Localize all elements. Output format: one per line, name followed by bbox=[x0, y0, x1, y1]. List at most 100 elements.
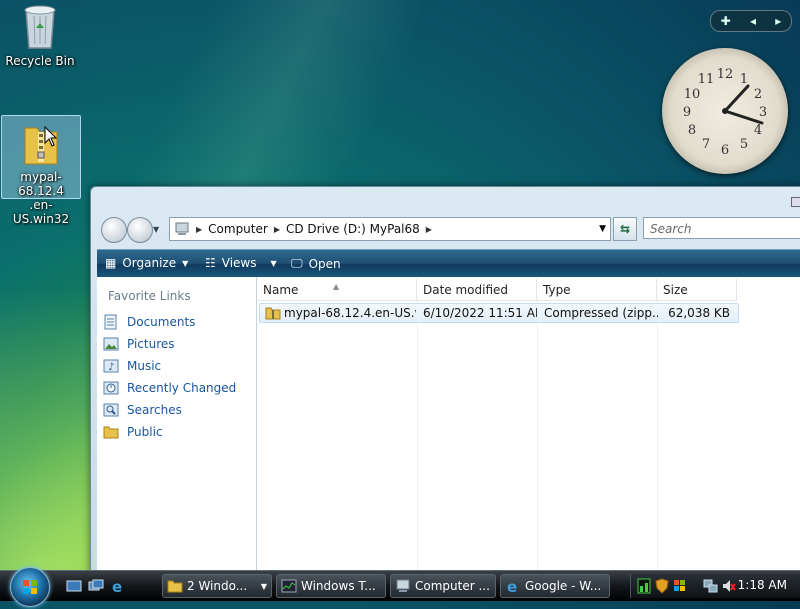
svg-text:6: 6 bbox=[721, 143, 729, 158]
clock-face-icon: 12 12 345 678 91011 bbox=[683, 67, 767, 158]
svg-text:1: 1 bbox=[740, 72, 748, 87]
command-toolbar: ▦ Organize ▼ ☷ Views ▼ 🖵 Open bbox=[97, 249, 800, 278]
internet-explorer-icon[interactable]: e bbox=[110, 578, 126, 594]
svg-text:2: 2 bbox=[754, 87, 762, 102]
svg-text:e: e bbox=[112, 578, 122, 594]
svg-text:12: 12 bbox=[717, 67, 734, 82]
favorite-link-documents[interactable]: Documents bbox=[103, 313, 195, 331]
clock-gadget[interactable]: 12 1 2 345 678 9 10 11 bbox=[662, 48, 788, 174]
search-input[interactable]: Search bbox=[643, 217, 800, 239]
column-divider bbox=[417, 301, 418, 577]
favorite-link-label: Music bbox=[127, 359, 162, 373]
column-header-label: Date modified bbox=[423, 283, 509, 297]
recent-pages-dropdown-icon[interactable]: ▼ bbox=[153, 225, 159, 234]
forward-button[interactable] bbox=[127, 217, 153, 243]
column-header-size[interactable]: Size bbox=[657, 279, 737, 301]
file-type: Compressed (zipp... bbox=[544, 306, 658, 320]
organize-label: Organize bbox=[122, 256, 177, 270]
start-button[interactable] bbox=[10, 567, 50, 607]
taskbar-button-label: Windows T... bbox=[301, 579, 376, 593]
add-gadget-icon[interactable]: ✚ bbox=[721, 14, 731, 28]
navigation-pane: Favorite Links Documents Pictures ♪ Musi… bbox=[97, 277, 257, 577]
folder-icon bbox=[167, 580, 183, 593]
column-header-type[interactable]: Type bbox=[537, 279, 657, 301]
computer-icon bbox=[396, 579, 410, 592]
svg-text:4: 4 bbox=[754, 123, 762, 138]
favorite-link-label: Public bbox=[127, 425, 163, 439]
taskbar-button-label: 2 Windo... bbox=[187, 579, 248, 593]
views-button[interactable]: ☷ Views ▼ bbox=[205, 256, 277, 270]
svg-text:♪: ♪ bbox=[108, 362, 114, 373]
breadcrumb-cd-drive[interactable]: CD Drive (D:) MyPal68 bbox=[286, 222, 420, 236]
pictures-icon bbox=[103, 337, 119, 351]
network-icon[interactable] bbox=[703, 578, 719, 594]
breadcrumb-separator-icon[interactable]: ▶ bbox=[426, 225, 432, 234]
windows-logo-icon bbox=[23, 580, 37, 594]
column-divider bbox=[537, 301, 538, 577]
breadcrumb-computer[interactable]: Computer bbox=[208, 222, 268, 236]
window-edge-button[interactable] bbox=[791, 197, 800, 207]
task-manager-icon bbox=[281, 579, 297, 593]
chevron-down-icon: ▼ bbox=[260, 581, 267, 591]
back-button[interactable] bbox=[101, 217, 127, 243]
svg-text:7: 7 bbox=[702, 137, 710, 152]
favorite-link-label: Recently Changed bbox=[127, 381, 237, 395]
switch-windows-icon[interactable] bbox=[88, 578, 104, 594]
notification-area: 1:18 AM bbox=[630, 574, 800, 598]
navigation-bar: ▼ ▶ Computer ▶ CD Drive (D:) MyPal68 ▶ ▼… bbox=[97, 215, 800, 245]
zip-folder-icon bbox=[265, 307, 281, 320]
searches-icon bbox=[103, 403, 119, 417]
taskbar: e 2 Windo... ▼ Windows T... Computer ...… bbox=[0, 567, 800, 607]
taskbar-button-google[interactable]: e Google - W... bbox=[500, 574, 610, 598]
file-size: 62,038 KB bbox=[668, 306, 730, 320]
windows-update-icon[interactable] bbox=[673, 578, 687, 594]
previous-icon[interactable]: ◂ bbox=[750, 14, 756, 28]
favorite-link-label: Pictures bbox=[127, 337, 175, 351]
public-folder-icon bbox=[103, 426, 119, 439]
organize-icon: ▦ bbox=[105, 256, 117, 270]
volume-muted-icon[interactable] bbox=[721, 578, 737, 594]
show-desktop-icon[interactable] bbox=[66, 578, 82, 594]
recently-changed-icon bbox=[103, 381, 119, 395]
column-header-label: Size bbox=[663, 283, 688, 297]
address-bar[interactable]: ▶ Computer ▶ CD Drive (D:) MyPal68 ▶ ▼ bbox=[169, 217, 611, 241]
open-button[interactable]: 🖵 Open bbox=[291, 256, 341, 271]
taskbar-button-computer[interactable]: Computer ... bbox=[390, 574, 496, 598]
organize-button[interactable]: ▦ Organize ▼ bbox=[105, 256, 188, 270]
column-header-label: Name bbox=[263, 283, 299, 297]
favorite-link-recently-changed[interactable]: Recently Changed bbox=[103, 379, 236, 397]
views-icon: ☷ bbox=[205, 256, 216, 270]
svg-text:10: 10 bbox=[684, 87, 701, 102]
taskbar-button-windows-group[interactable]: 2 Windo... ▼ bbox=[162, 574, 272, 598]
address-dropdown-icon[interactable]: ▼ bbox=[599, 224, 606, 234]
open-label: Open bbox=[308, 256, 341, 271]
zip-file-shortcut[interactable]: mypal-68.12.4 .en-US.win32 bbox=[1, 115, 81, 226]
favorite-link-music[interactable]: ♪ Music bbox=[103, 357, 161, 375]
explorer-window[interactable]: ▼ ▶ Computer ▶ CD Drive (D:) MyPal68 ▶ ▼… bbox=[90, 186, 800, 578]
sort-ascending-icon: ▲ bbox=[333, 282, 340, 291]
favorite-link-label: Documents bbox=[127, 315, 196, 329]
file-list[interactable]: ▲ Name Date modified Type Size mypal-68.… bbox=[257, 277, 800, 577]
security-shield-icon[interactable] bbox=[655, 578, 669, 594]
svg-text:8: 8 bbox=[688, 123, 696, 138]
breadcrumb-separator-icon[interactable]: ▶ bbox=[196, 225, 202, 234]
taskbar-clock[interactable]: 1:18 AM bbox=[738, 578, 787, 592]
favorite-link-searches[interactable]: Searches bbox=[103, 401, 182, 419]
taskbar-button-label: Google - W... bbox=[525, 579, 602, 593]
recycle-bin-shortcut[interactable]: Recycle Bin bbox=[0, 2, 80, 68]
table-row[interactable]: mypal-68.12.4.en-US.w... 6/10/2022 11:51… bbox=[259, 303, 739, 323]
next-icon[interactable]: ▸ bbox=[775, 14, 781, 28]
column-header-name[interactable]: ▲ Name bbox=[257, 279, 417, 301]
favorite-link-label: Searches bbox=[127, 403, 182, 417]
favorite-link-pictures[interactable]: Pictures bbox=[103, 335, 175, 353]
breadcrumb-separator-icon[interactable]: ▶ bbox=[274, 225, 280, 234]
internet-explorer-icon: e bbox=[507, 578, 517, 594]
refresh-button[interactable]: ⇆ bbox=[613, 217, 637, 241]
taskbar-button-windows-task[interactable]: Windows T... bbox=[276, 574, 386, 598]
recycle-bin-label: Recycle Bin bbox=[5, 54, 75, 68]
favorite-link-public[interactable]: Public bbox=[103, 423, 163, 441]
svg-text:e: e bbox=[507, 578, 517, 594]
column-header-date-modified[interactable]: Date modified bbox=[417, 279, 537, 301]
zip-file-label-line1: mypal-68.12.4 bbox=[18, 170, 64, 198]
performance-meter-icon[interactable] bbox=[637, 578, 651, 594]
